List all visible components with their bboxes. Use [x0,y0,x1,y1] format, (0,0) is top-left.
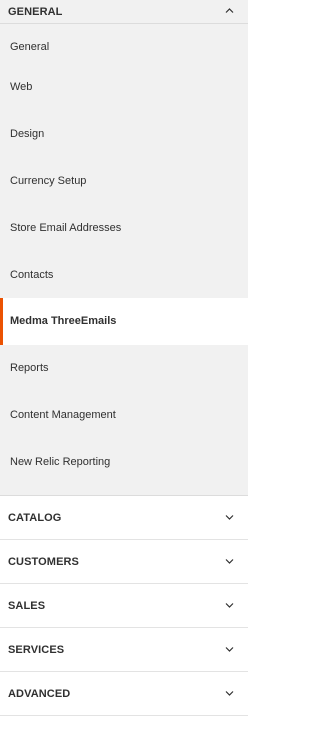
nav-item-currency-setup[interactable]: Currency Setup [0,158,248,205]
section-customers-header[interactable]: CUSTOMERS [0,540,248,585]
section-advanced-header[interactable]: ADVANCED [0,672,248,717]
section-catalog-title: CATALOG [8,511,62,524]
nav-item-new-relic-reporting[interactable]: New Relic Reporting [0,438,248,485]
nav-item-content-management[interactable]: Content Management [0,392,248,439]
chevron-down-icon [225,645,234,654]
config-nav-panel: GENERAL General Web Design Currency Setu… [0,0,248,743]
nav-item-design[interactable]: Design [0,111,248,158]
nav-item-web[interactable]: Web [0,64,248,111]
section-general-header[interactable]: GENERAL [0,0,248,24]
section-catalog-header[interactable]: CATALOG [0,496,248,541]
nav-item-medma-threeemails[interactable]: Medma ThreeEmails [0,297,248,345]
nav-item-contacts[interactable]: Contacts [0,251,248,298]
nav-item-general[interactable]: General [0,24,248,64]
chevron-down-icon [225,689,234,698]
section-services-title: SERVICES [8,643,65,656]
section-advanced-title: ADVANCED [8,687,71,700]
nav-item-reports[interactable]: Reports [0,345,248,392]
chevron-down-icon [225,513,234,522]
section-sales-title: SALES [8,599,46,612]
section-services-header[interactable]: SERVICES [0,628,248,673]
section-sales-header[interactable]: SALES [0,584,248,629]
collapsed-sections: CATALOG CUSTOMERS SALES SERVICES ADVANCE… [0,496,248,717]
section-general-title: GENERAL [8,6,63,18]
section-general-items: General Web Design Currency Setup Store … [0,24,248,497]
chevron-down-icon [225,601,234,610]
nav-item-store-email-addresses[interactable]: Store Email Addresses [0,204,248,251]
chevron-down-icon [225,557,234,566]
chevron-up-icon [225,6,234,15]
section-customers-title: CUSTOMERS [8,555,79,568]
